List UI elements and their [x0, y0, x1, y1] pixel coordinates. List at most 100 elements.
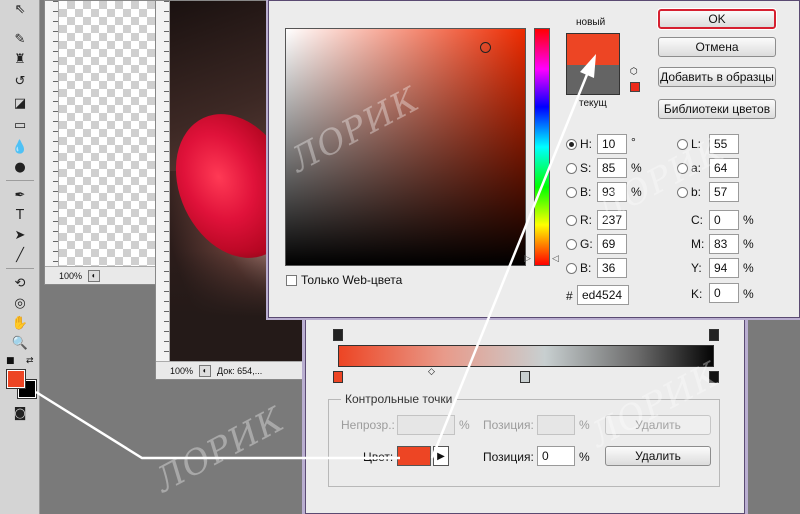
red-input[interactable]: 237 [597, 210, 627, 230]
green-radio[interactable] [566, 239, 577, 250]
color-stop-selected[interactable] [333, 371, 343, 383]
gradient-icon[interactable]: ▭ [10, 116, 30, 134]
brush-icon[interactable]: ✎ [10, 30, 30, 48]
brightness-label: B: [580, 185, 592, 199]
black-label: K: [691, 287, 703, 301]
yellow-label: Y: [691, 261, 702, 275]
lab-b-radio[interactable] [677, 187, 688, 198]
color-label: Цвет: [363, 450, 394, 464]
cyan-input[interactable]: 0 [709, 210, 739, 230]
color-field[interactable] [285, 28, 526, 266]
magenta-unit: % [743, 237, 754, 251]
red-label: R: [580, 213, 592, 227]
history-brush-icon[interactable]: ↺ [10, 72, 30, 90]
color-stop-right[interactable] [709, 371, 719, 383]
saturation-label: S: [580, 161, 592, 175]
black-input[interactable]: 0 [709, 283, 739, 303]
path-select-icon[interactable]: ➤ [10, 226, 30, 244]
color-menu-arrow-icon[interactable]: ▶ [433, 446, 449, 466]
lab-a-label: a: [691, 161, 702, 175]
opacity-stop-left[interactable] [333, 329, 343, 341]
color-position-input[interactable]: 0 [537, 446, 575, 466]
zoom-icon[interactable]: 🔍 [10, 334, 30, 352]
3d-rotate-icon[interactable]: ⟲ [10, 274, 30, 292]
document-window-1: 100% ◐ [44, 0, 164, 285]
transparent-canvas[interactable] [59, 1, 163, 266]
blue-radio[interactable] [566, 263, 577, 274]
opacity-stop-right[interactable] [709, 329, 719, 341]
foreground-color-swatch[interactable] [6, 369, 26, 389]
delete-color-stop-button[interactable]: Удалить [605, 446, 711, 466]
stop-color-swatch[interactable] [397, 446, 431, 466]
move-icon[interactable]: ⇖ [10, 0, 30, 18]
hue-slider[interactable] [534, 28, 550, 266]
status-bar: 100% ◐ [45, 266, 163, 284]
hex-input[interactable]: ed4524 [577, 285, 629, 305]
hue-radio[interactable] [566, 139, 577, 150]
default-colors-icon[interactable]: ■ [6, 356, 15, 366]
type-icon[interactable]: T [10, 206, 30, 224]
hue-slider-right-arrow-icon[interactable]: ◁ [552, 253, 559, 264]
gradient-preview-bar[interactable] [338, 345, 714, 367]
cyan-label: C: [691, 213, 703, 227]
cube-warning-icon[interactable]: ⬡ [630, 67, 638, 77]
vertical-ruler [45, 1, 59, 266]
3d-orbit-icon[interactable]: ◎ [10, 294, 30, 312]
lab-l-label: L: [691, 137, 702, 151]
shape-icon[interactable]: ╱ [10, 246, 30, 264]
saturation-radio[interactable] [566, 163, 577, 174]
saturation-unit: % [631, 161, 642, 175]
stops-group-title: Контрольные точки [341, 392, 457, 406]
web-only-checkbox[interactable] [286, 275, 297, 286]
lab-a-radio[interactable] [677, 163, 688, 174]
blue-label: B: [580, 261, 592, 275]
eraser-icon[interactable]: ◪ [10, 94, 30, 112]
clone-stamp-icon[interactable]: ♜ [10, 50, 30, 68]
red-radio[interactable] [566, 215, 577, 226]
color-stop-middle[interactable] [520, 371, 530, 383]
status-menu-icon[interactable]: ◐ [199, 364, 212, 377]
gamut-color-swatch[interactable] [630, 82, 640, 92]
color-libraries-button[interactable]: Библиотеки цветов [658, 99, 776, 119]
delete-opacity-stop-button[interactable]: Удалить [605, 415, 711, 435]
hue-input[interactable]: 10 [597, 134, 627, 154]
opacity-position-input[interactable] [537, 415, 575, 435]
lab-l-input[interactable]: 55 [709, 134, 739, 154]
stops-group: Контрольные точки Непрозр.: % Позиция: %… [328, 392, 720, 487]
green-input[interactable]: 69 [597, 234, 627, 254]
zoom-level[interactable]: 100% [59, 271, 82, 281]
color-position-unit: % [579, 450, 590, 464]
saturation-input[interactable]: 85 [597, 158, 627, 178]
ok-button[interactable]: OK [657, 8, 777, 30]
brightness-unit: % [631, 185, 642, 199]
lab-l-radio[interactable] [677, 139, 688, 150]
brightness-input[interactable]: 93 [597, 182, 627, 202]
yellow-input[interactable]: 94 [709, 258, 739, 278]
hue-slider-left-arrow-icon[interactable]: ▷ [524, 253, 531, 264]
opacity-unit: % [459, 418, 470, 432]
status-menu-icon[interactable]: ◐ [88, 269, 101, 282]
green-label: G: [580, 237, 593, 251]
current-color-preview[interactable] [566, 65, 620, 95]
blue-input[interactable]: 36 [597, 258, 627, 278]
color-field-cursor[interactable] [480, 42, 491, 53]
swap-colors-icon[interactable]: ⇄ [26, 356, 34, 366]
zoom-level[interactable]: 100% [170, 366, 193, 376]
hand-icon[interactable]: ✋ [10, 314, 30, 332]
lab-b-input[interactable]: 57 [709, 182, 739, 202]
current-color-label: текущ [579, 98, 607, 109]
cancel-button[interactable]: Отмена [658, 37, 776, 57]
new-color-preview [566, 33, 620, 65]
dodge-icon[interactable]: ● [10, 158, 30, 176]
pen-icon[interactable]: ✒ [10, 186, 30, 204]
opacity-label: Непрозр.: [341, 418, 395, 432]
add-to-swatches-button[interactable]: Добавить в образцы [658, 67, 776, 87]
quick-mask-icon[interactable]: ◙ [10, 404, 30, 422]
midpoint-diamond-icon[interactable]: ◇ [428, 367, 435, 377]
brightness-radio[interactable] [566, 187, 577, 198]
magenta-input[interactable]: 83 [709, 234, 739, 254]
blur-icon[interactable]: 💧 [10, 138, 30, 156]
opacity-input[interactable] [397, 415, 455, 435]
opacity-position-unit: % [579, 418, 590, 432]
lab-a-input[interactable]: 64 [709, 158, 739, 178]
